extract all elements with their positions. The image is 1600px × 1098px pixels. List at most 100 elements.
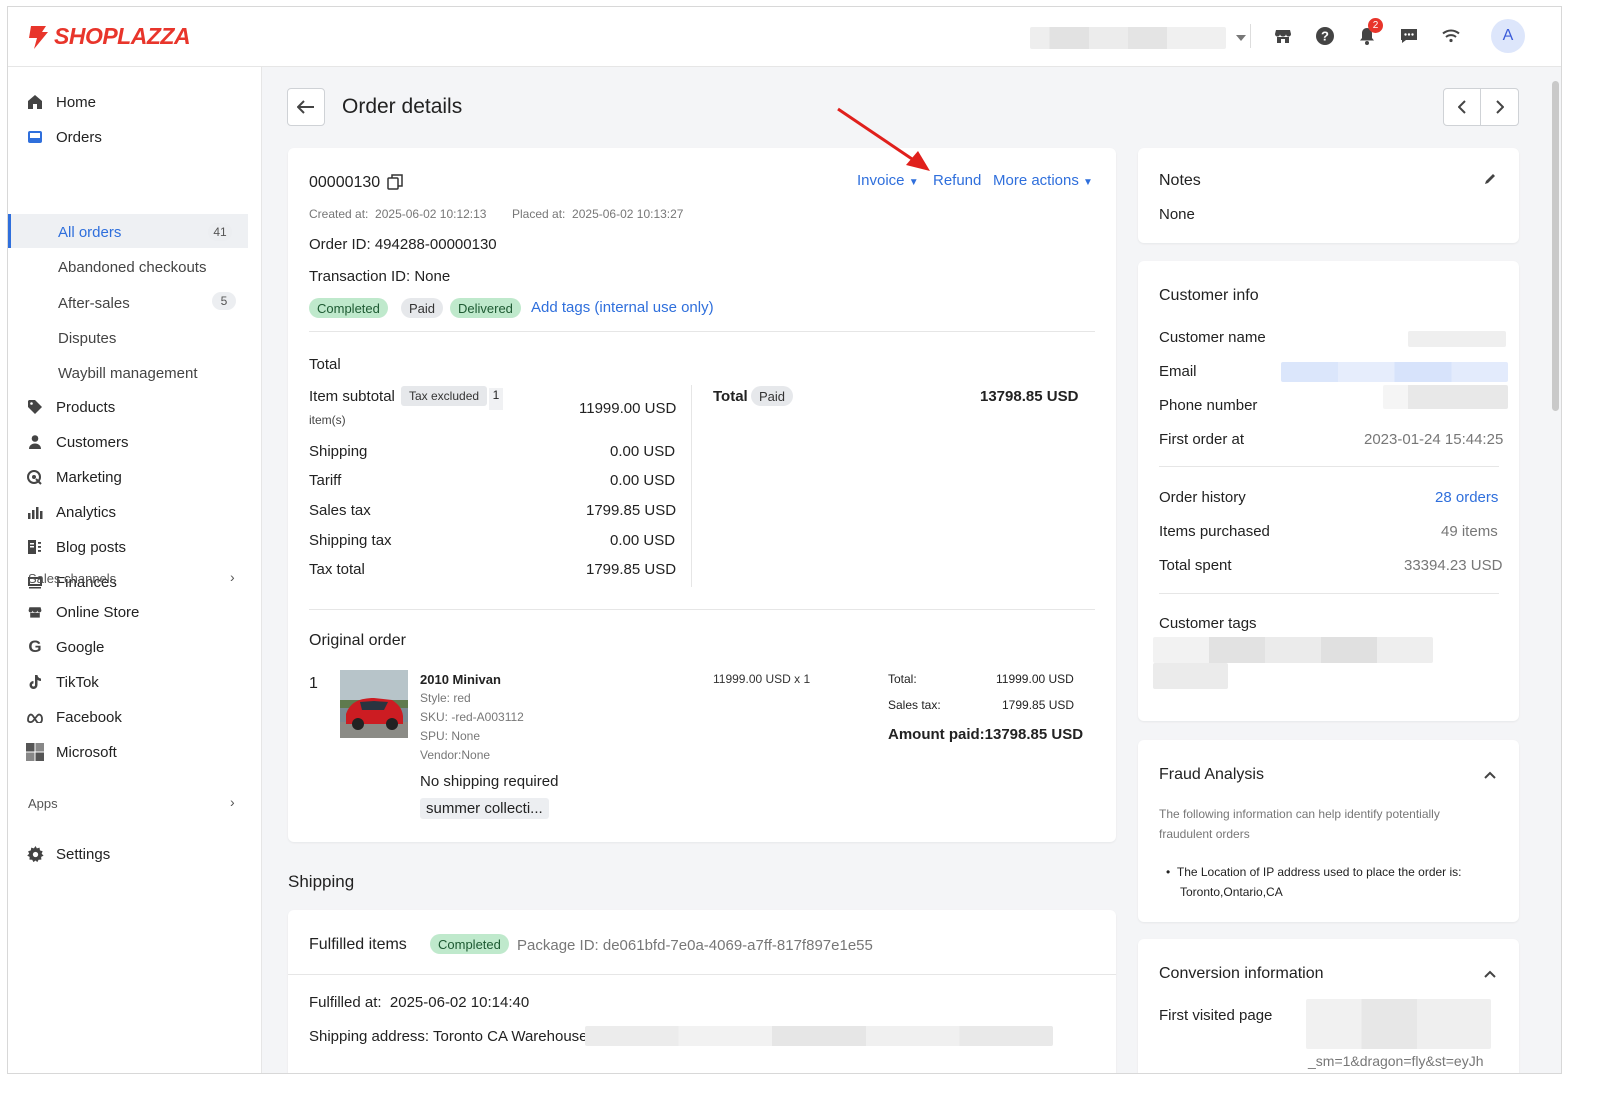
tax-total-value: 1799.85 USD [586,561,677,578]
tag-icon [26,398,44,416]
customer-name-label: Customer name [1159,329,1266,346]
svg-text:?: ? [1321,29,1329,44]
scrollbar-thumb[interactable] [1552,81,1559,411]
sidebar-item-facebook[interactable]: Facebook [26,702,122,732]
microsoft-icon [26,743,44,761]
sidebar-item-disputes[interactable]: Disputes [58,323,116,353]
annotation-arrow-icon [837,107,930,171]
first-visited-redacted [1306,999,1491,1049]
sidebar-item-google[interactable]: G Google [26,632,104,662]
avatar[interactable]: A [1491,19,1525,53]
fulfilled-at-value: 2025-06-02 10:14:40 [389,994,530,1011]
customer-name-redacted [1408,331,1506,347]
sidebar-item-label: After-sales [58,294,130,312]
store-selector[interactable] [1030,26,1260,50]
sidebar-item-label: Online Store [56,603,140,621]
grand-total-status: Paid [751,386,794,406]
tariff-label: Tariff [309,472,342,489]
email-redacted[interactable] [1281,362,1508,382]
shipping-note: No shipping required [420,773,559,790]
bullet: • [1166,865,1177,879]
chevron-right-icon[interactable]: › [230,794,235,810]
product-image[interactable] [340,670,408,738]
brand-name: SHOPLAZZA [54,23,191,49]
sidebar-item-label: Home [56,93,97,111]
status-badge-completed: Completed [309,298,388,318]
back-button[interactable] [287,88,325,126]
chevron-up-icon[interactable] [1484,766,1496,783]
shipping-address: Shipping address: Toronto CA Warehouse [309,1028,588,1045]
shipping-heading: Shipping [288,872,355,891]
notification-badge: 2 [1368,18,1383,33]
total-spent-value: 33394.23 USD [1404,557,1503,574]
sales-channels-label[interactable]: Sales channels [28,571,116,586]
add-tags-link[interactable]: Add tags (internal use only) [531,299,714,316]
previous-order-button[interactable] [1444,89,1482,125]
address-redacted [585,1026,1053,1046]
sales-tax-value: 1799.85 USD [586,502,677,519]
tariff-value: 0.00 USD [610,472,676,489]
bell-icon[interactable]: 2 [1353,18,1383,50]
sidebar-item-label: Facebook [56,708,122,726]
top-bar: SHOPLAZZA ? 2 A [8,7,1561,67]
store-icon[interactable] [1269,22,1297,50]
phone-redacted [1383,385,1508,409]
first-visited-value[interactable]: _sm=1&dragon=fly&st=eyJh [1308,1053,1484,1069]
notes-card: Notes None [1138,148,1519,243]
sidebar-item-customers[interactable]: Customers [26,427,129,457]
sidebar-item-marketing[interactable]: Marketing [26,462,122,492]
sidebar-item-settings[interactable]: Settings [26,839,110,869]
top-actions: ? 2 A [1250,18,1525,53]
marketing-icon [26,468,44,486]
placed-value: 2025-06-02 10:13:27 [572,207,684,221]
sidebar-item-home[interactable]: Home [26,87,96,117]
app-window: SHOPLAZZA ? 2 A Home Orders All orders 4… [7,6,1562,1074]
chat-icon[interactable] [1395,22,1423,50]
fulfilled-at-label: Fulfilled at: [309,994,382,1011]
sidebar-item-online-store[interactable]: Online Store [26,597,139,627]
more-actions-dropdown[interactable]: More actions ▼ [993,172,1093,189]
brand-logo[interactable]: SHOPLAZZA [26,23,191,50]
sidebar-item-abandoned-checkouts[interactable]: Abandoned checkouts [58,252,206,282]
gear-icon [26,845,44,863]
sidebar-item-tiktok[interactable]: TikTok [26,667,99,697]
divider [1159,466,1499,467]
created-at: Created at: 2025-06-02 10:12:13 [309,207,486,221]
divider [288,974,1116,975]
fulfilled-items-card: Fulfilled items Completed Package ID: de… [288,910,1116,1073]
next-order-button[interactable] [1481,89,1518,125]
refund-button[interactable]: Refund [933,172,981,189]
product-vendor: Vendor:None [420,748,491,762]
fraud-heading: Fraud Analysis [1159,766,1264,783]
customer-tags-redacted-2 [1153,663,1228,689]
customer-tags-redacted [1153,637,1433,663]
chevron-right-icon[interactable]: › [230,569,235,585]
order-history-link[interactable]: 28 orders [1435,489,1498,506]
sidebar-item-blog-posts[interactable]: Blog posts [26,532,126,562]
conversion-card: Conversion information First visited pag… [1138,939,1519,1073]
product-sku: SKU: -red-A003112 [420,710,524,724]
line-total-label: Total: [888,672,917,686]
customer-info-card: Customer info Customer name Email Phone … [1138,261,1519,721]
apps-label[interactable]: Apps [28,796,58,811]
sidebar-item-waybill-management[interactable]: Waybill management [58,358,198,388]
help-icon[interactable]: ? [1311,22,1339,50]
sidebar-item-after-sales[interactable]: After-sales [58,288,130,318]
product-name[interactable]: 2010 Minivan [420,672,501,687]
wifi-icon[interactable] [1437,22,1465,50]
status-badge-paid: Paid [401,298,444,318]
section-label-text: Apps [28,796,58,811]
conversion-heading: Conversion information [1159,965,1324,982]
chevron-up-icon[interactable] [1484,965,1496,982]
collection-tag[interactable]: summer collecti... [420,798,549,819]
edit-icon[interactable] [1483,172,1497,190]
sidebar-item-microsoft[interactable]: Microsoft [26,737,117,767]
sidebar-item-orders[interactable]: Orders [26,122,102,152]
created-label: Created at: [309,207,369,221]
sidebar-item-all-orders[interactable]: All orders [58,217,121,247]
copy-icon[interactable] [387,174,403,194]
sidebar-item-products[interactable]: Products [26,392,115,422]
sidebar-item-analytics[interactable]: Analytics [26,497,116,527]
customer-info-heading: Customer info [1159,287,1259,304]
tiktok-icon [26,673,44,691]
